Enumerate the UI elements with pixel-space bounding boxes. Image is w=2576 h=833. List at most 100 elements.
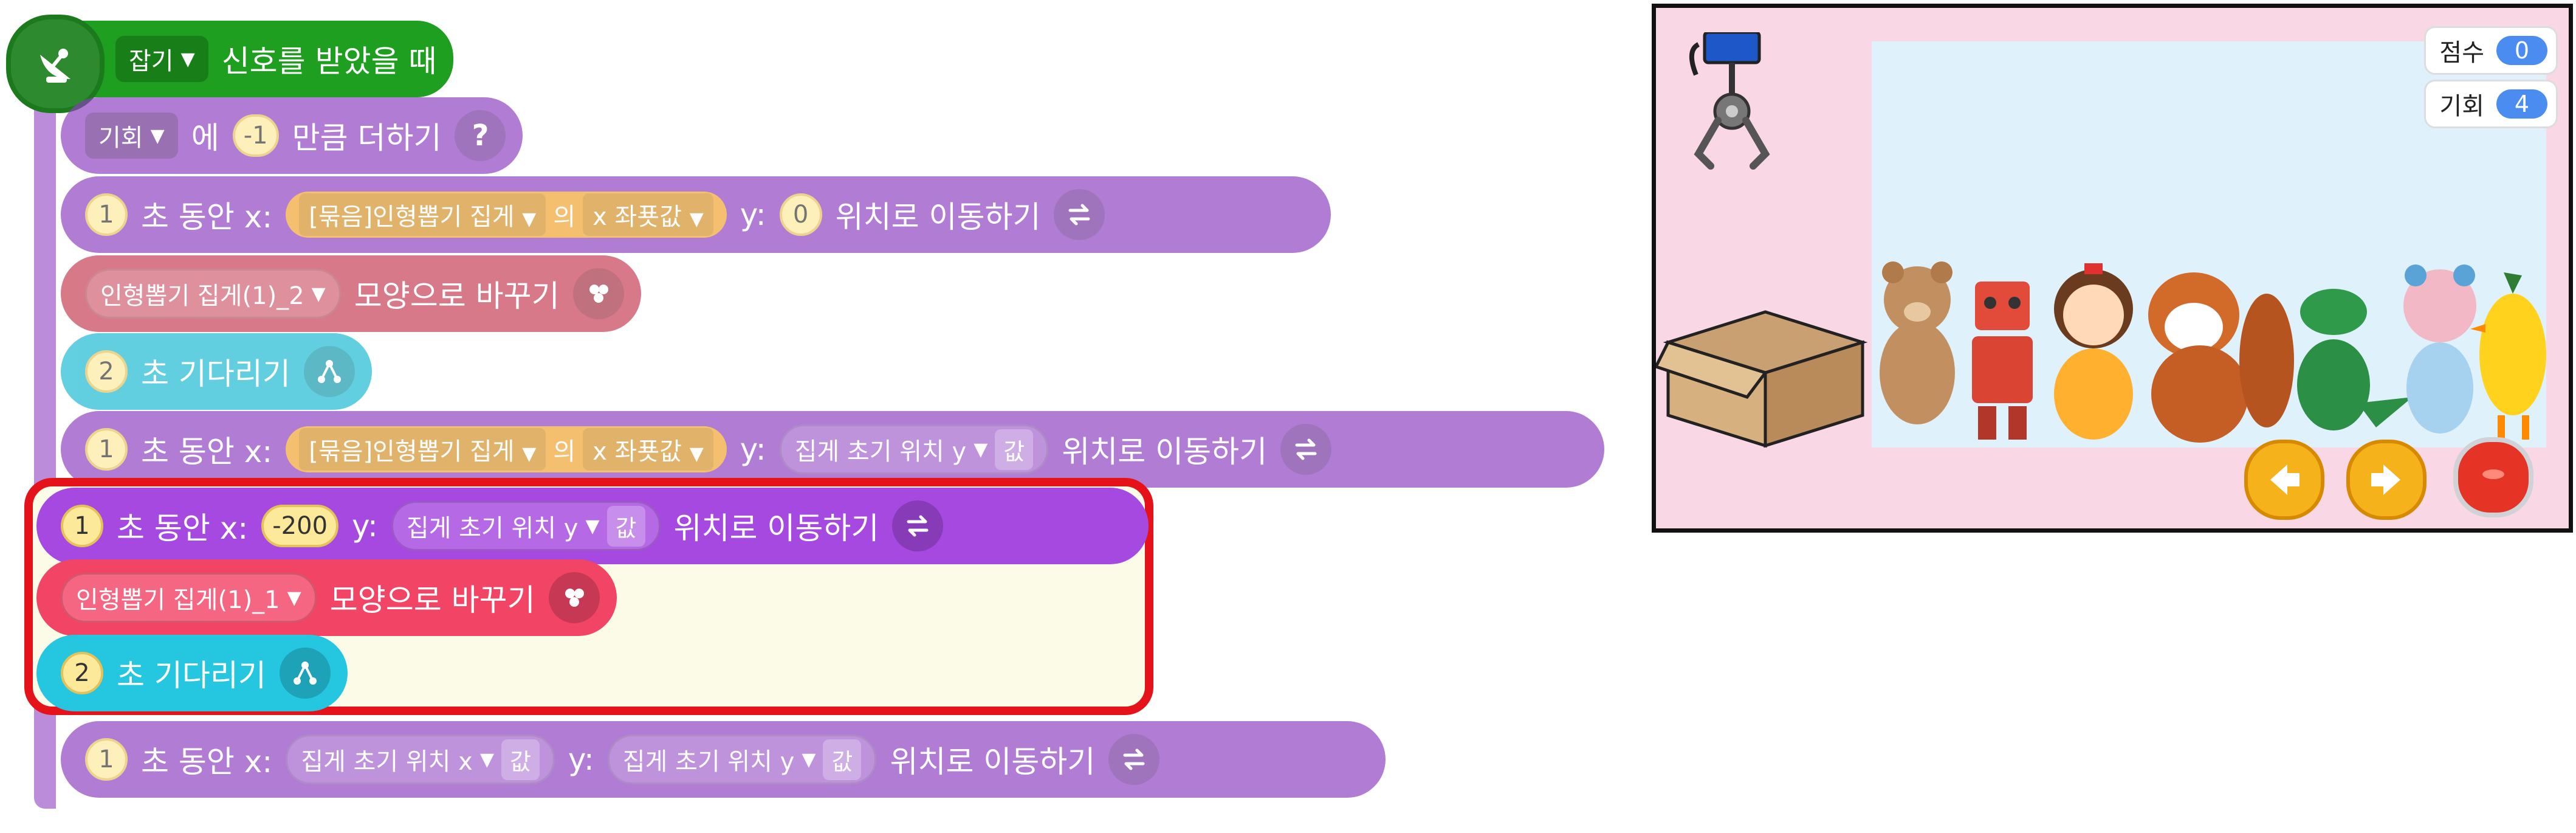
chances-label: 기회 — [2439, 92, 2484, 120]
variable-dropdown-value: 집게 초기 위치 y — [794, 438, 967, 466]
score-display: 점수 0 — [2424, 26, 2558, 75]
object-dropdown-value: [묶음]인형뽑기 집게 — [309, 203, 515, 231]
seconds-input[interactable]: 1 — [85, 428, 128, 471]
label-move: 위치로 이동하기 — [673, 511, 879, 546]
score-value: 0 — [2496, 36, 2547, 65]
move-to-block-3[interactable]: 1 초 동안 x: -200 y: 집게 초기 위치 y ▼ 값 위치로 이동하… — [36, 488, 1149, 564]
variable-dropdown[interactable]: 기회 ▼ — [85, 112, 178, 159]
signal-dropdown[interactable]: 잡기 ▼ — [115, 36, 208, 82]
claw-icon[interactable] — [1680, 32, 1790, 178]
object-dropdown[interactable]: [묶음]인형뽑기 집게 ▼ — [299, 193, 546, 236]
x-variable-value-block[interactable]: 집게 초기 위치 x ▼ 값 — [286, 734, 555, 784]
swap-arrows-icon — [892, 500, 944, 551]
label-seconds-x: 초 동안 x: — [117, 511, 249, 546]
chevron-down-icon: ▼ — [311, 283, 326, 305]
label-seconds-x: 초 동안 x: — [141, 199, 273, 235]
left-arrow-icon — [2270, 465, 2300, 495]
chevron-down-icon: ▼ — [974, 438, 988, 460]
label-y: y: — [740, 432, 766, 467]
label-of: 의 — [553, 438, 576, 466]
red-button[interactable] — [2453, 437, 2533, 517]
label-y: y: — [740, 197, 766, 232]
score-label: 점수 — [2439, 39, 2484, 67]
property-dropdown-value: x 좌푯값 — [592, 438, 682, 466]
label-change-shape: 모양으로 바꾸기 — [354, 278, 560, 314]
doll-icon — [2054, 263, 2133, 440]
label-wait: 초 기다리기 — [141, 356, 290, 392]
code-workspace: 잡기 ▼ 신호를 받았을 때 기회 ▼ 에 -1 만큼 더하기 ? 1 초 동안… — [0, 0, 1641, 833]
label-seconds-x: 초 동안 x: — [141, 434, 273, 469]
property-dropdown[interactable]: x 좌푯값 ▼ — [583, 193, 713, 236]
y-input[interactable]: 0 — [779, 193, 822, 236]
toys-group — [1880, 261, 2546, 443]
chevron-down-icon: ▼ — [522, 209, 537, 230]
change-shape-block-1[interactable]: 인형뽑기 집게(1)_2 ▼ 모양으로 바꾸기 — [61, 255, 641, 332]
wait-seconds-input[interactable]: 2 — [85, 350, 128, 393]
value-tag: 값 — [501, 739, 540, 780]
flow-branch-icon — [279, 648, 331, 699]
question-glyph: ? — [472, 119, 489, 153]
wait-seconds-input[interactable]: 2 — [61, 652, 103, 694]
squirrel-icon — [2148, 272, 2294, 443]
swap-arrows-icon — [1108, 734, 1160, 785]
shape-dropdown[interactable]: 인형뽑기 집게(1)_2 ▼ — [85, 269, 341, 319]
right-arrow-icon — [2371, 465, 2400, 495]
label-wait: 초 기다리기 — [117, 658, 266, 693]
seconds-input[interactable]: 1 — [85, 193, 128, 236]
x-variable-dropdown-value: 집게 초기 위치 x — [301, 748, 473, 776]
flow-branch-icon — [303, 346, 355, 397]
chances-value: 4 — [2496, 89, 2547, 119]
label-move: 위치로 이동하기 — [890, 744, 1096, 779]
move-to-block-1[interactable]: 1 초 동안 x: [묶음]인형뽑기 집게 ▼ 의 x 좌푯값 ▼ y: 0 위… — [61, 176, 1331, 253]
chevron-down-icon: ▼ — [689, 443, 704, 465]
shape-dropdown-value: 인형뽑기 집게(1)_2 — [100, 282, 304, 310]
value-tag: 값 — [606, 505, 645, 547]
variable-value-block[interactable]: 집게 초기 위치 y ▼ 값 — [391, 501, 661, 551]
teddy-bear-icon — [1880, 261, 1955, 424]
x-input[interactable]: -200 — [261, 505, 339, 547]
chevron-down-icon: ▼ — [479, 748, 494, 770]
object-dropdown[interactable]: [묶음]인형뽑기 집게 ▼ — [299, 428, 546, 471]
chevron-down-icon: ▼ — [689, 209, 704, 230]
question-icon[interactable]: ? — [455, 110, 506, 161]
chevron-down-icon: ▼ — [287, 587, 301, 609]
seconds-input[interactable]: 1 — [61, 505, 103, 547]
move-to-block-4[interactable]: 1 초 동안 x: 집게 초기 위치 x ▼ 값 y: 집게 초기 위치 y ▼… — [61, 721, 1386, 798]
object-property-block[interactable]: [묶음]인형뽑기 집게 ▼ 의 x 좌푯값 ▼ — [286, 426, 727, 472]
object-property-block[interactable]: [묶음]인형뽑기 집게 ▼ 의 x 좌푯값 ▼ — [286, 192, 727, 238]
y-variable-value-block[interactable]: 집게 초기 위치 y ▼ 값 — [607, 734, 877, 784]
label-seconds-x: 초 동안 x: — [141, 744, 273, 779]
move-to-block-2[interactable]: 1 초 동안 x: [묶음]인형뽑기 집게 ▼ 의 x 좌푯값 ▼ y: 집게 … — [61, 411, 1604, 488]
panda-icon — [2403, 264, 2476, 434]
variable-value-block[interactable]: 집게 초기 위치 y ▼ 값 — [779, 424, 1049, 474]
chevron-down-icon: ▼ — [585, 515, 600, 537]
wait-block-1[interactable]: 2 초 기다리기 — [61, 333, 372, 410]
label-move: 위치로 이동하기 — [835, 199, 1041, 235]
chevron-down-icon: ▼ — [180, 48, 195, 70]
hat-label: 신호를 받았을 때 — [221, 44, 437, 79]
label-y: y: — [352, 508, 378, 544]
left-arrow-button[interactable] — [2244, 440, 2324, 520]
robot-icon — [1972, 282, 2033, 440]
right-arrow-button[interactable] — [2346, 440, 2427, 520]
chances-display: 기회 4 — [2424, 80, 2558, 128]
label-y: y: — [568, 742, 594, 777]
change-amount-input[interactable]: -1 — [232, 114, 279, 157]
seconds-input[interactable]: 1 — [85, 738, 128, 781]
shape-dropdown[interactable]: 인형뽑기 집게(1)_1 ▼ — [61, 573, 317, 623]
looks-blobs-icon — [548, 572, 600, 623]
label-on: 에 — [191, 120, 219, 156]
chevron-down-icon: ▼ — [522, 443, 537, 465]
property-dropdown[interactable]: x 좌푯값 ▼ — [583, 428, 713, 471]
signal-dropdown-value: 잡기 — [129, 47, 174, 75]
change-variable-block[interactable]: 기회 ▼ 에 -1 만큼 더하기 ? — [61, 97, 523, 174]
property-dropdown-value: x 좌푯값 — [592, 203, 682, 231]
change-shape-block-2[interactable]: 인형뽑기 집게(1)_1 ▼ 모양으로 바꾸기 — [36, 559, 617, 636]
looks-blobs-icon — [572, 268, 624, 319]
dinosaur-icon — [2297, 289, 2413, 430]
value-tag: 값 — [995, 429, 1034, 470]
game-stage[interactable]: 점수 0 기회 4 — [1652, 4, 2573, 533]
label-add-amount: 만큼 더하기 — [292, 120, 442, 156]
object-dropdown-value: [묶음]인형뽑기 집게 — [309, 438, 515, 466]
wait-block-2[interactable]: 2 초 기다리기 — [36, 635, 348, 711]
